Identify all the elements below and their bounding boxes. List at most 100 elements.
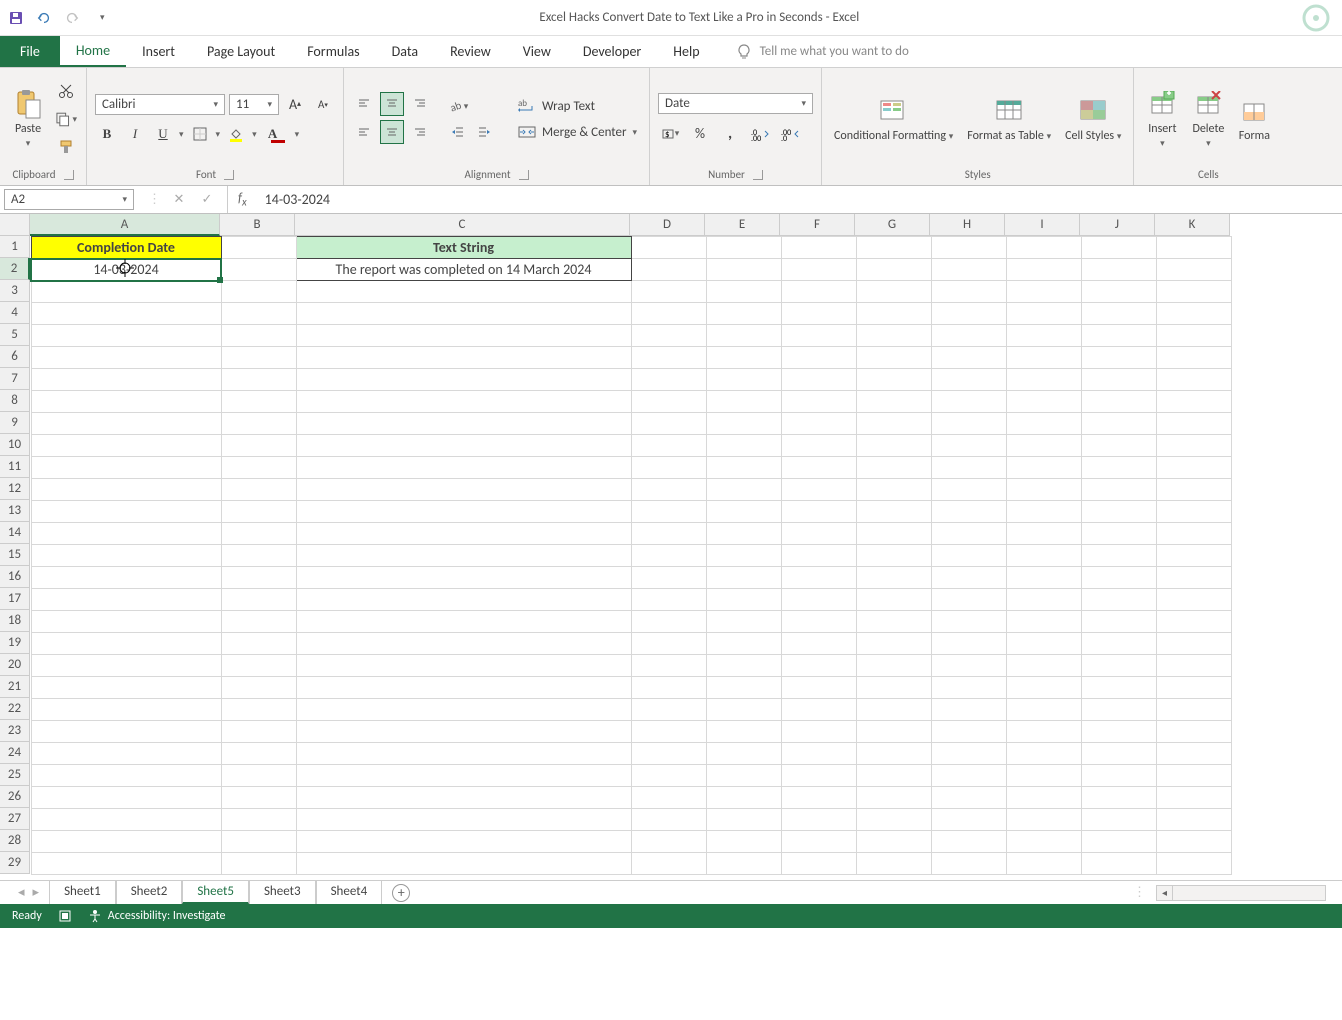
increase-font-icon[interactable]: A▴ bbox=[283, 92, 307, 116]
cell-B29[interactable] bbox=[221, 853, 296, 875]
cell-I29[interactable] bbox=[1006, 853, 1081, 875]
merge-center-button[interactable]: Merge & Center ▾ bbox=[514, 122, 641, 142]
cell-G7[interactable] bbox=[856, 369, 931, 391]
cell-B20[interactable] bbox=[221, 655, 296, 677]
cell-J1[interactable] bbox=[1081, 237, 1156, 259]
cell-E16[interactable] bbox=[706, 567, 781, 589]
cell-C26[interactable] bbox=[296, 787, 631, 809]
cell-C7[interactable] bbox=[296, 369, 631, 391]
cell-J8[interactable] bbox=[1081, 391, 1156, 413]
formula-enter-icon[interactable]: ✓ bbox=[197, 192, 217, 207]
cell-J23[interactable] bbox=[1081, 721, 1156, 743]
cell-E23[interactable] bbox=[706, 721, 781, 743]
cell-B7[interactable] bbox=[221, 369, 296, 391]
cell-K15[interactable] bbox=[1156, 545, 1231, 567]
cell-I7[interactable] bbox=[1006, 369, 1081, 391]
cell-G17[interactable] bbox=[856, 589, 931, 611]
cell-B15[interactable] bbox=[221, 545, 296, 567]
name-box[interactable]: A2 ▾ bbox=[4, 189, 134, 210]
cell-E9[interactable] bbox=[706, 413, 781, 435]
cell-E22[interactable] bbox=[706, 699, 781, 721]
cell-C21[interactable] bbox=[296, 677, 631, 699]
cell-K18[interactable] bbox=[1156, 611, 1231, 633]
cell-H13[interactable] bbox=[931, 501, 1006, 523]
cell-E21[interactable] bbox=[706, 677, 781, 699]
cell-E14[interactable] bbox=[706, 523, 781, 545]
cell-H27[interactable] bbox=[931, 809, 1006, 831]
cell-B19[interactable] bbox=[221, 633, 296, 655]
cell-F24[interactable] bbox=[781, 743, 856, 765]
cell-K25[interactable] bbox=[1156, 765, 1231, 787]
cell-J29[interactable] bbox=[1081, 853, 1156, 875]
cell-G6[interactable] bbox=[856, 347, 931, 369]
cell-I19[interactable] bbox=[1006, 633, 1081, 655]
cell-C8[interactable] bbox=[296, 391, 631, 413]
cell-G18[interactable] bbox=[856, 611, 931, 633]
cell-K13[interactable] bbox=[1156, 501, 1231, 523]
tab-page-layout[interactable]: Page Layout bbox=[191, 36, 291, 67]
cell-B3[interactable] bbox=[221, 281, 296, 303]
tell-me-box[interactable]: Tell me what you want to do bbox=[736, 36, 909, 67]
cell-D8[interactable] bbox=[631, 391, 706, 413]
cell-I10[interactable] bbox=[1006, 435, 1081, 457]
cell-F7[interactable] bbox=[781, 369, 856, 391]
cell-A23[interactable] bbox=[31, 721, 221, 743]
cell-J5[interactable] bbox=[1081, 325, 1156, 347]
macro-record-icon[interactable] bbox=[58, 909, 72, 923]
undo-icon[interactable] bbox=[36, 10, 52, 26]
cell-C28[interactable] bbox=[296, 831, 631, 853]
cell-I26[interactable] bbox=[1006, 787, 1081, 809]
cell-K10[interactable] bbox=[1156, 435, 1231, 457]
cell-I25[interactable] bbox=[1006, 765, 1081, 787]
row-header-25[interactable]: 25 bbox=[0, 764, 30, 786]
cell-H4[interactable] bbox=[931, 303, 1006, 325]
cell-A17[interactable] bbox=[31, 589, 221, 611]
row-header-15[interactable]: 15 bbox=[0, 544, 30, 566]
cell-E27[interactable] bbox=[706, 809, 781, 831]
cell-G20[interactable] bbox=[856, 655, 931, 677]
row-header-10[interactable]: 10 bbox=[0, 434, 30, 456]
cell-C16[interactable] bbox=[296, 567, 631, 589]
cell-A27[interactable] bbox=[31, 809, 221, 831]
tab-developer[interactable]: Developer bbox=[567, 36, 657, 67]
cell-F1[interactable] bbox=[781, 237, 856, 259]
tab-review[interactable]: Review bbox=[434, 36, 507, 67]
cell-A24[interactable] bbox=[31, 743, 221, 765]
cell-K6[interactable] bbox=[1156, 347, 1231, 369]
cell-G8[interactable] bbox=[856, 391, 931, 413]
orientation-icon[interactable]: ab▾ bbox=[446, 94, 470, 118]
cell-K29[interactable] bbox=[1156, 853, 1231, 875]
cell-A10[interactable] bbox=[31, 435, 221, 457]
cell-B25[interactable] bbox=[221, 765, 296, 787]
cell-G2[interactable] bbox=[856, 259, 931, 281]
cell-F27[interactable] bbox=[781, 809, 856, 831]
cell-D29[interactable] bbox=[631, 853, 706, 875]
cell-K17[interactable] bbox=[1156, 589, 1231, 611]
cell-J13[interactable] bbox=[1081, 501, 1156, 523]
cell-D27[interactable] bbox=[631, 809, 706, 831]
cell-K1[interactable] bbox=[1156, 237, 1231, 259]
align-right-icon[interactable] bbox=[408, 120, 432, 144]
cell-B13[interactable] bbox=[221, 501, 296, 523]
cell-H17[interactable] bbox=[931, 589, 1006, 611]
cell-G9[interactable] bbox=[856, 413, 931, 435]
cell-G22[interactable] bbox=[856, 699, 931, 721]
cell-K28[interactable] bbox=[1156, 831, 1231, 853]
bold-button[interactable]: B bbox=[95, 122, 119, 146]
cell-B11[interactable] bbox=[221, 457, 296, 479]
cell-C23[interactable] bbox=[296, 721, 631, 743]
cell-A5[interactable] bbox=[31, 325, 221, 347]
cell-G5[interactable] bbox=[856, 325, 931, 347]
cell-H28[interactable] bbox=[931, 831, 1006, 853]
cell-J14[interactable] bbox=[1081, 523, 1156, 545]
cell-E18[interactable] bbox=[706, 611, 781, 633]
row-headers[interactable]: 1234567891011121314151617181920212223242… bbox=[0, 236, 30, 874]
cell-B18[interactable] bbox=[221, 611, 296, 633]
cell-H29[interactable] bbox=[931, 853, 1006, 875]
row-header-5[interactable]: 5 bbox=[0, 324, 30, 346]
row-header-19[interactable]: 19 bbox=[0, 632, 30, 654]
cell-E11[interactable] bbox=[706, 457, 781, 479]
cell-K5[interactable] bbox=[1156, 325, 1231, 347]
horizontal-scrollbar[interactable]: ◂ bbox=[1156, 885, 1326, 901]
align-top-right-icon[interactable] bbox=[408, 92, 432, 116]
